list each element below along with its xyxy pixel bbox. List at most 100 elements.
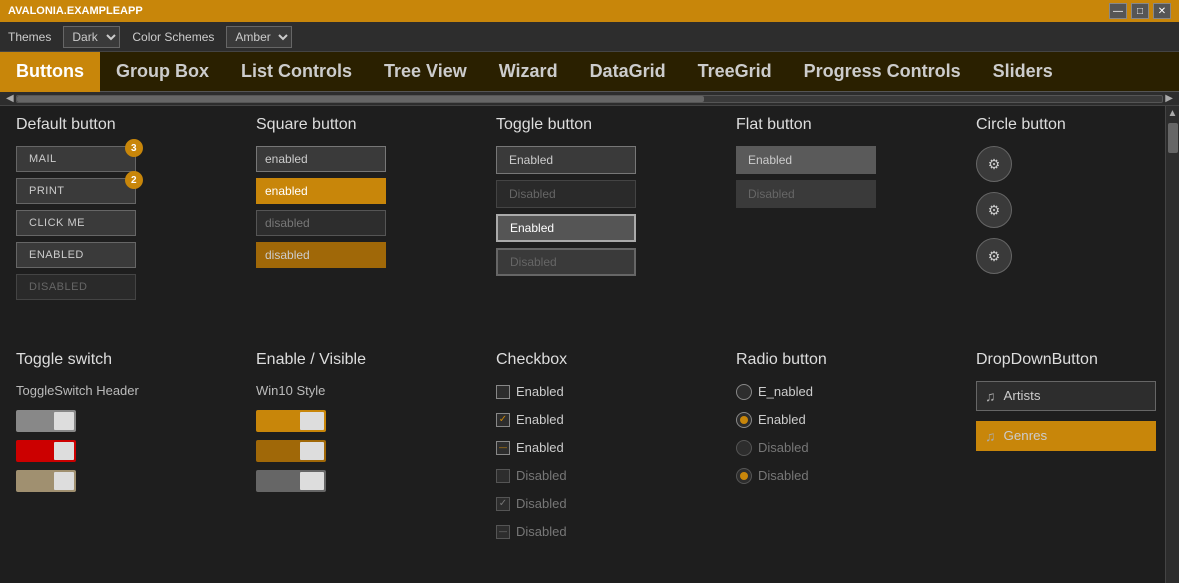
toggle-switch-3[interactable] [16, 470, 76, 492]
main-content: Default button MAIL 3 PRINT 2 CLICK ME E… [0, 106, 1179, 583]
circle-button-1[interactable]: ⚙ [976, 146, 1012, 182]
default-button-title: Default button [16, 116, 256, 134]
checkbox-2[interactable] [496, 413, 510, 427]
ev-toggle-1[interactable] [256, 410, 326, 432]
toggle-knob-1 [54, 412, 74, 430]
ev-knob-3 [300, 472, 324, 490]
checkbox-6 [496, 525, 510, 539]
maximize-button[interactable]: □ [1131, 3, 1149, 19]
circle-button-title: Circle button [976, 116, 1165, 134]
toggle-switch-title: Toggle switch [16, 351, 256, 369]
square-enabled-amber[interactable]: enabled [256, 178, 386, 204]
color-schemes-select[interactable]: Amber Blue Green [226, 26, 292, 48]
checkbox-row-6: Disabled [496, 521, 736, 543]
circle-button-2[interactable]: ⚙ [976, 192, 1012, 228]
checkbox-section: Checkbox Enabled Enabled Enabled Disable… [496, 351, 736, 574]
scroll-track[interactable] [16, 95, 1164, 103]
dropdown-genres[interactable]: ♫ Genres [976, 421, 1156, 451]
flat-enabled[interactable]: Enabled [736, 146, 876, 174]
toggle-button-title: Toggle button [496, 116, 736, 134]
themes-label: Themes [8, 30, 51, 44]
tab-datagrid[interactable]: DataGrid [574, 52, 682, 92]
tab-list-controls[interactable]: List Controls [225, 52, 368, 92]
ev-toggle-3[interactable] [256, 470, 326, 492]
print-button[interactable]: PRINT 2 [16, 178, 136, 204]
enabled-button[interactable]: ENABLED [16, 242, 136, 268]
enable-visible-subtitle: Win10 Style [256, 383, 496, 398]
music-icon-1: ♫ [985, 388, 996, 404]
toggle-button-section: Toggle button Enabled Disabled Enabled D… [496, 116, 736, 331]
checkbox-row-3: Enabled [496, 437, 736, 459]
tab-buttons[interactable]: Buttons [0, 52, 100, 92]
tab-wizard[interactable]: Wizard [483, 52, 574, 92]
checkbox-4 [496, 469, 510, 483]
toggle-switch-section: Toggle switch ToggleSwitch Header [16, 351, 256, 574]
music-icon-2: ♫ [985, 428, 996, 444]
toggle-switch-container [16, 410, 256, 492]
checkbox-row-1: Enabled [496, 381, 736, 403]
ev-knob-2 [300, 442, 324, 460]
toggle-knob-2 [54, 442, 74, 460]
tab-treegrid[interactable]: TreeGrid [682, 52, 788, 92]
tab-tree-view[interactable]: Tree View [368, 52, 483, 92]
content-area: Default button MAIL 3 PRINT 2 CLICK ME E… [0, 106, 1165, 583]
checkbox-label-2: Enabled [516, 412, 564, 427]
radio-row-1: E_nabled [736, 381, 976, 403]
square-enabled-1[interactable]: enabled [256, 146, 386, 172]
menu-bar: Themes Dark Light Color Schemes Amber Bl… [0, 22, 1179, 52]
title-bar: AVALONIA.EXAMPLEAPP — □ ✕ [0, 0, 1179, 22]
scroll-up-arrow[interactable]: ▲ [1166, 106, 1179, 121]
ev-toggle-2[interactable] [256, 440, 326, 462]
tab-sliders[interactable]: Sliders [977, 52, 1069, 92]
toggle-knob-3 [54, 472, 74, 490]
themes-select[interactable]: Dark Light [63, 26, 120, 48]
circle-button-3[interactable]: ⚙ [976, 238, 1012, 274]
window-controls: — □ ✕ [1109, 3, 1171, 19]
dropdown-artists[interactable]: ♫ Artists [976, 381, 1156, 411]
toggle-disabled-1: Disabled [496, 180, 636, 208]
flat-button-title: Flat button [736, 116, 976, 134]
ev-knob-1 [300, 412, 324, 430]
scroll-thumb[interactable] [17, 96, 704, 102]
radio-row-3: Disabled [736, 437, 976, 459]
square-button-section: Square button enabled enabled disabled d… [256, 116, 496, 331]
radio-button-title: Radio button [736, 351, 976, 369]
radio-1[interactable] [736, 384, 752, 400]
mail-button[interactable]: MAIL 3 [16, 146, 136, 172]
checkbox-1[interactable] [496, 385, 510, 399]
flat-disabled: Disabled [736, 180, 876, 208]
click-me-button[interactable]: CLICK ME [16, 210, 136, 236]
circle-button-section: Circle button ⚙ ⚙ ⚙ [976, 116, 1165, 331]
scroll-right-arrow[interactable]: ▶ [1163, 91, 1175, 106]
horizontal-scrollbar[interactable]: ◀ ▶ [0, 92, 1179, 106]
radio-label-4: Disabled [758, 468, 809, 483]
radio-2[interactable] [736, 412, 752, 428]
toggle-switch-subtitle: ToggleSwitch Header [16, 383, 256, 398]
radio-row-4: Disabled [736, 465, 976, 487]
toggle-switch-1[interactable] [16, 410, 76, 432]
toggle-switch-2[interactable] [16, 440, 76, 462]
vertical-scroll-thumb[interactable] [1168, 123, 1178, 153]
scroll-left-arrow[interactable]: ◀ [4, 91, 16, 106]
color-schemes-label: Color Schemes [132, 30, 214, 44]
checkbox-3[interactable] [496, 441, 510, 455]
enable-visible-title: Enable / Visible [256, 351, 496, 369]
enable-visible-section: Enable / Visible Win10 Style [256, 351, 496, 574]
radio-label-2: Enabled [758, 412, 806, 427]
enable-visible-container [256, 410, 496, 492]
tab-group-box[interactable]: Group Box [100, 52, 225, 92]
dropdown-button-section: DropDownButton ♫ Artists ♫ Genres [976, 351, 1165, 574]
print-badge: 2 [125, 171, 143, 189]
toggle-enabled-active[interactable]: Enabled [496, 214, 636, 242]
toggle-disabled-active: Disabled [496, 248, 636, 276]
radio-3 [736, 440, 752, 456]
close-button[interactable]: ✕ [1153, 3, 1171, 19]
vertical-scrollbar[interactable]: ▲ [1165, 106, 1179, 583]
radio-label-3: Disabled [758, 440, 809, 455]
tab-progress-controls[interactable]: Progress Controls [788, 52, 977, 92]
checkbox-label-4: Disabled [516, 468, 567, 483]
minimize-button[interactable]: — [1109, 3, 1127, 19]
toggle-enabled-1[interactable]: Enabled [496, 146, 636, 174]
default-button-section: Default button MAIL 3 PRINT 2 CLICK ME E… [16, 116, 256, 331]
checkbox-5 [496, 497, 510, 511]
